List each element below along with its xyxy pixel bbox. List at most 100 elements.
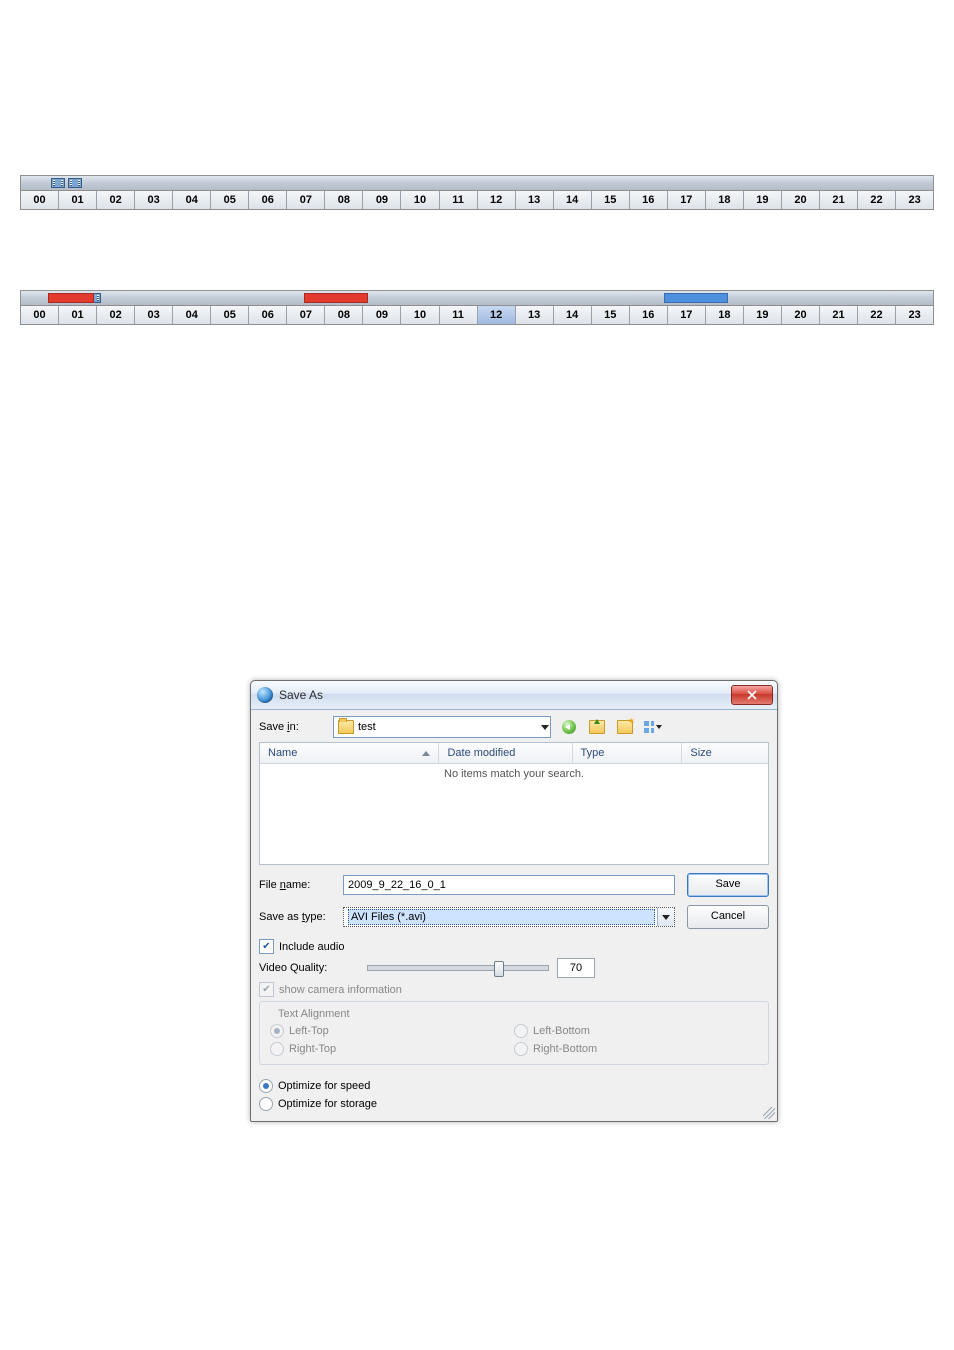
hour-cell[interactable]: 02 bbox=[97, 191, 135, 209]
save-as-type-label: Save as type: bbox=[259, 911, 343, 923]
hour-cell[interactable]: 10 bbox=[401, 306, 439, 324]
col-name[interactable]: Name bbox=[260, 743, 439, 763]
align-right-top-radio: Right-Top bbox=[270, 1042, 514, 1056]
hour-cell[interactable]: 21 bbox=[820, 306, 858, 324]
hour-cell[interactable]: 17 bbox=[668, 306, 706, 324]
hour-cell[interactable]: 03 bbox=[135, 306, 173, 324]
radio-icon bbox=[270, 1024, 284, 1038]
options: ✔ Include audio Video Quality: 70 ✔ show… bbox=[259, 939, 769, 1111]
radio-icon bbox=[270, 1042, 284, 1056]
cancel-button[interactable]: Cancel bbox=[687, 905, 769, 929]
file-name-row: File name: Save bbox=[259, 873, 769, 897]
sort-asc-icon bbox=[422, 751, 430, 756]
hour-cell[interactable]: 08 bbox=[325, 191, 363, 209]
col-size[interactable]: Size bbox=[682, 743, 768, 763]
dialog-title: Save As bbox=[279, 688, 731, 702]
hour-cell[interactable]: 10 bbox=[401, 191, 439, 209]
hour-cell[interactable]: 08 bbox=[325, 306, 363, 324]
hour-cell[interactable]: 17 bbox=[668, 191, 706, 209]
hour-cell[interactable]: 03 bbox=[135, 191, 173, 209]
hour-cell[interactable]: 16 bbox=[630, 191, 668, 209]
timeline-1[interactable]: 0001020304050607080910111213141516171819… bbox=[20, 175, 934, 210]
hour-cell[interactable]: 06 bbox=[249, 306, 287, 324]
checkbox-icon: ✔ bbox=[259, 982, 274, 997]
folder-icon bbox=[338, 720, 354, 734]
hour-cell[interactable]: 05 bbox=[211, 191, 249, 209]
nav-up-button[interactable] bbox=[585, 716, 609, 738]
include-audio-checkbox[interactable]: ✔ Include audio bbox=[259, 939, 769, 954]
hour-cell[interactable]: 12 bbox=[478, 191, 516, 209]
hour-cell[interactable]: 15 bbox=[592, 191, 630, 209]
file-list-header[interactable]: Name Date modified Type Size bbox=[259, 742, 769, 764]
hour-cell[interactable]: 14 bbox=[554, 191, 592, 209]
hour-cell[interactable]: 04 bbox=[173, 306, 211, 324]
save-as-type-value: AVI Files (*.avi) bbox=[348, 909, 655, 925]
col-type[interactable]: Type bbox=[573, 743, 683, 763]
hour-cell[interactable]: 02 bbox=[97, 306, 135, 324]
hour-cell[interactable]: 00 bbox=[21, 191, 59, 209]
hour-cell[interactable]: 11 bbox=[440, 306, 478, 324]
file-name-input[interactable] bbox=[343, 875, 675, 895]
video-quality-slider[interactable] bbox=[367, 965, 549, 971]
timeline-2-band[interactable] bbox=[21, 291, 933, 306]
film-icon[interactable] bbox=[51, 178, 65, 188]
save-button[interactable]: Save bbox=[687, 873, 769, 897]
save-in-combo[interactable]: test bbox=[333, 716, 551, 738]
hour-cell[interactable]: 12 bbox=[478, 306, 516, 324]
hour-cell[interactable]: 09 bbox=[363, 306, 401, 324]
hour-cell[interactable]: 11 bbox=[440, 191, 478, 209]
hour-cell[interactable]: 14 bbox=[554, 306, 592, 324]
hour-cell[interactable]: 20 bbox=[782, 191, 820, 209]
nav-view-menu-button[interactable] bbox=[641, 716, 665, 738]
nav-new-folder-button[interactable] bbox=[613, 716, 637, 738]
hour-cell[interactable]: 04 bbox=[173, 191, 211, 209]
hour-cell[interactable]: 18 bbox=[706, 306, 744, 324]
chevron-down-icon[interactable] bbox=[657, 908, 674, 926]
timeline-segment[interactable] bbox=[664, 293, 728, 303]
hour-cell[interactable]: 15 bbox=[592, 306, 630, 324]
hour-cell[interactable]: 00 bbox=[21, 306, 59, 324]
file-name-label: File name: bbox=[259, 879, 343, 891]
hour-cell[interactable]: 19 bbox=[744, 306, 782, 324]
timeline-2[interactable]: 0001020304050607080910111213141516171819… bbox=[20, 290, 934, 325]
timeline-segment[interactable] bbox=[48, 293, 94, 303]
hour-cell[interactable]: 07 bbox=[287, 306, 325, 324]
file-list-area[interactable]: No items match your search. bbox=[259, 764, 769, 865]
timeline-1-band[interactable] bbox=[21, 176, 933, 191]
hour-cell[interactable]: 23 bbox=[896, 306, 933, 324]
chevron-down-icon[interactable] bbox=[541, 724, 548, 731]
timeline-segment[interactable] bbox=[304, 293, 368, 303]
hour-cell[interactable]: 21 bbox=[820, 191, 858, 209]
save-as-type-combo[interactable]: AVI Files (*.avi) bbox=[343, 907, 675, 927]
hour-cell[interactable]: 18 bbox=[706, 191, 744, 209]
resize-grip-icon[interactable] bbox=[763, 1107, 775, 1119]
hour-cell[interactable]: 05 bbox=[211, 306, 249, 324]
hour-cell[interactable]: 09 bbox=[363, 191, 401, 209]
folder-up-icon bbox=[589, 720, 605, 734]
hour-cell[interactable]: 07 bbox=[287, 191, 325, 209]
checkbox-icon: ✔ bbox=[259, 939, 274, 954]
optimize-for-speed-radio[interactable]: Optimize for speed bbox=[259, 1079, 769, 1093]
titlebar[interactable]: Save As bbox=[251, 681, 777, 710]
hour-cell[interactable]: 01 bbox=[59, 191, 97, 209]
hour-cell[interactable]: 19 bbox=[744, 191, 782, 209]
hour-cell[interactable]: 22 bbox=[858, 306, 896, 324]
nav-back-button[interactable] bbox=[557, 716, 581, 738]
hour-cell[interactable]: 23 bbox=[896, 191, 933, 209]
text-alignment-title: Text Alignment bbox=[274, 1008, 354, 1020]
hour-cell[interactable]: 01 bbox=[59, 306, 97, 324]
slider-thumb[interactable] bbox=[494, 961, 504, 977]
hour-cell[interactable]: 13 bbox=[516, 306, 554, 324]
timeline-2-hours: 0001020304050607080910111213141516171819… bbox=[21, 306, 933, 324]
hour-cell[interactable]: 22 bbox=[858, 191, 896, 209]
hour-cell[interactable]: 13 bbox=[516, 191, 554, 209]
film-icon[interactable] bbox=[68, 178, 82, 188]
hour-cell[interactable]: 20 bbox=[782, 306, 820, 324]
hour-cell[interactable]: 06 bbox=[249, 191, 287, 209]
save-as-type-row: Save as type: AVI Files (*.avi) Cancel bbox=[259, 905, 769, 929]
col-date-modified[interactable]: Date modified bbox=[439, 743, 572, 763]
close-button[interactable] bbox=[731, 685, 773, 705]
video-quality-value: 70 bbox=[557, 958, 595, 978]
hour-cell[interactable]: 16 bbox=[630, 306, 668, 324]
optimize-for-storage-radio[interactable]: Optimize for storage bbox=[259, 1097, 769, 1111]
